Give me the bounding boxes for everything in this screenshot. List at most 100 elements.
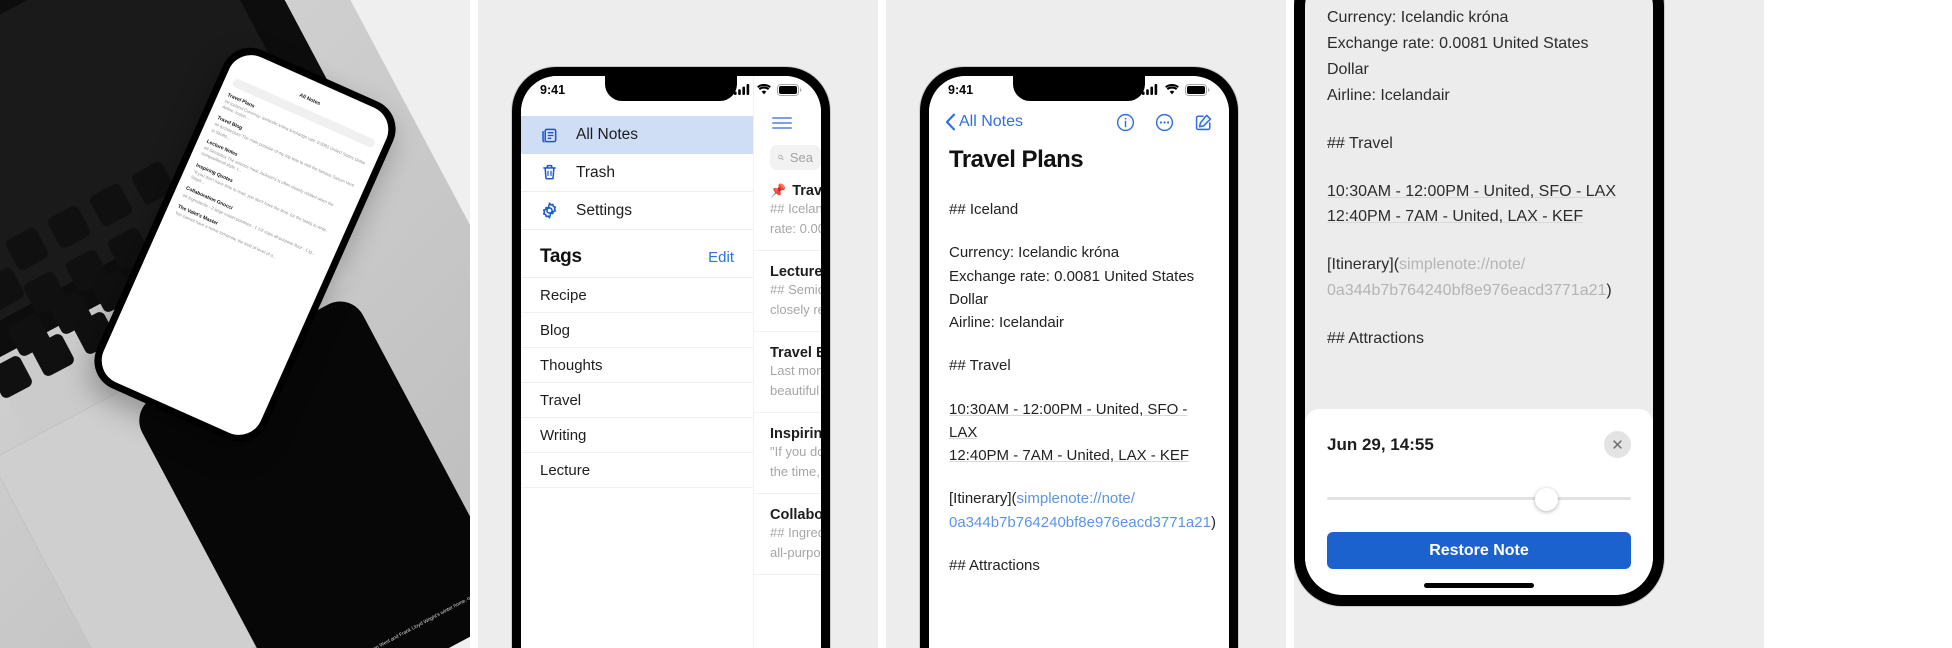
note-airline-line: Airline: Icelandair bbox=[949, 314, 1065, 331]
version-slider[interactable] bbox=[1327, 488, 1631, 511]
note-itinerary-link[interactable]: [Itinerary](simplenote://note/0a344b7b76… bbox=[949, 487, 1216, 534]
phone-screen: Currency: Icelandic króna Exchange rate:… bbox=[1305, 0, 1653, 595]
phone-device: 9:41 bbox=[512, 67, 830, 648]
sheet-header: Jun 29, 14:55 ✕ bbox=[1327, 431, 1631, 458]
tag-label: Recipe bbox=[540, 286, 587, 304]
tag-label: Lecture bbox=[540, 461, 591, 479]
panel-note-editor: 9:41 All Notes Travel Plans ## Iceland C… bbox=[886, 0, 1286, 648]
wifi-icon bbox=[757, 84, 771, 95]
note-flight-1: 10:30AM - 12:00PM - United, SFO - LAX bbox=[1327, 182, 1617, 200]
tag-item-writing[interactable]: Writing bbox=[521, 418, 753, 453]
link-url-line2: 0a344b7b764240bf8e976eacd3771a21 bbox=[949, 513, 1211, 531]
hamburger-icon[interactable] bbox=[754, 110, 821, 130]
note-preview-line: "If you don't have tim bbox=[770, 444, 821, 459]
note-flight-2: 12:40PM - 7AM - United, LAX - KEF bbox=[949, 447, 1190, 464]
search-input[interactable]: Sea bbox=[770, 145, 821, 170]
home-indicator bbox=[1424, 583, 1534, 588]
notes-icon bbox=[540, 126, 559, 145]
note-preview-line: ## Iceland Currency: Ice bbox=[770, 201, 821, 216]
sidebar-item-label: Trash bbox=[576, 163, 616, 181]
tags-header: Tags Edit bbox=[521, 230, 753, 278]
sidebar-item-label: All Notes bbox=[576, 126, 639, 143]
status-indicators bbox=[1142, 83, 1210, 96]
back-label: All Notes bbox=[959, 113, 1024, 130]
note-heading-attractions: ## Attractions bbox=[1327, 330, 1424, 348]
sidebar: All Notes Trash Settings Tags Edit Recip… bbox=[521, 76, 753, 648]
note-heading-attractions: ## Attractions bbox=[949, 556, 1040, 574]
note-itinerary-link: [Itinerary](simplenote://note/0a344b7b76… bbox=[1327, 252, 1631, 304]
tag-item-lecture[interactable]: Lecture bbox=[521, 453, 753, 488]
tag-item-thoughts[interactable]: Thoughts bbox=[521, 348, 753, 383]
note-airline-line: Airline: Icelandair bbox=[1327, 86, 1450, 104]
phone-device: Currency: Icelandic króna Exchange rate:… bbox=[1294, 0, 1664, 606]
panel-divider bbox=[878, 0, 886, 648]
note-list-item-title-row: 📌 Travel Plans bbox=[770, 183, 821, 199]
note-list-item-title-row: Lecture Notes bbox=[770, 264, 821, 280]
note-flight-1: 10:30AM - 12:00PM - United, SFO - LAX bbox=[949, 400, 1188, 441]
sidebar-item-trash[interactable]: Trash bbox=[521, 154, 753, 192]
panel-divider bbox=[1286, 0, 1294, 648]
search-placeholder: Sea bbox=[789, 150, 813, 165]
note-list-item[interactable]: Collaboration Gnocci ## Ingredients - 2 … bbox=[754, 494, 821, 575]
phone-screen: 9:41 bbox=[929, 76, 1229, 648]
battery-icon bbox=[1185, 83, 1210, 96]
note-title: Collaboration Gnocci bbox=[770, 507, 821, 523]
note-preview-line: ## Semiotics The sci bbox=[770, 282, 821, 297]
info-icon[interactable] bbox=[1116, 113, 1135, 132]
trash-icon bbox=[540, 163, 559, 182]
tags-edit-button[interactable]: Edit bbox=[708, 249, 734, 266]
version-history-sheet: Jun 29, 14:55 ✕ Restore Note bbox=[1305, 409, 1653, 595]
note-preview-line: closely related with th bbox=[770, 301, 821, 317]
link-paren-close: ) bbox=[1210, 513, 1216, 531]
note-title: Lecture Notes bbox=[770, 264, 821, 280]
note-actions bbox=[1116, 113, 1213, 132]
tags-title: Tags bbox=[540, 246, 582, 267]
more-circle-icon[interactable] bbox=[1155, 113, 1174, 132]
tag-label: Blog bbox=[540, 321, 571, 339]
note-title: Inspiring Quotes bbox=[770, 426, 821, 442]
version-date: Jun 29, 14:55 bbox=[1327, 434, 1434, 454]
note-navigation-bar: All Notes bbox=[929, 103, 1229, 141]
note-list-item[interactable]: Lecture Notes ## Semiotics The sci close… bbox=[754, 251, 821, 332]
phone-device: 9:41 bbox=[920, 67, 1238, 648]
note-heading-iceland: ## Iceland bbox=[949, 201, 1019, 218]
note-exchange-line: Exchange rate: 0.0081 United States Doll… bbox=[1327, 34, 1589, 78]
back-to-all-notes-button[interactable]: All Notes bbox=[945, 113, 1023, 131]
tag-label: Travel bbox=[540, 391, 582, 409]
link-paren-close: ) bbox=[1606, 282, 1612, 300]
panel-sidebar: 9:41 All Notes Trash Settings Tags Edit … bbox=[478, 0, 878, 648]
gear-icon bbox=[540, 201, 559, 220]
phone-screen: 9:41 bbox=[521, 76, 821, 648]
status-time: 9:41 bbox=[948, 82, 974, 97]
note-preview-line: Last month I went to bbox=[770, 363, 821, 378]
note-list-item-title-row: Inspiring Quotes bbox=[770, 426, 821, 442]
note-title: Travel Plans bbox=[949, 146, 1084, 173]
slider-track bbox=[1327, 497, 1631, 500]
note-exchange-line: Exchange rate: 0.0081 United States Doll… bbox=[949, 267, 1195, 308]
chevron-left-icon bbox=[945, 113, 956, 131]
link-url-line1: simplenote://note/ bbox=[1016, 490, 1135, 508]
note-currency-line: Currency: Icelandic króna bbox=[949, 244, 1120, 262]
note-list-item-title-row: Collaboration Gnocci bbox=[770, 507, 821, 523]
slider-handle[interactable] bbox=[1534, 488, 1558, 511]
restore-note-button[interactable]: Restore Note bbox=[1327, 532, 1631, 569]
note-list-item[interactable]: 📌 Travel Plans ## Iceland Currency: Ice … bbox=[754, 170, 821, 251]
tag-item-blog[interactable]: Blog bbox=[521, 313, 753, 348]
note-list-item[interactable]: Travel Blog Last month I went to beautif… bbox=[754, 332, 821, 413]
note-preview-line: rate: 0.0081 United St bbox=[770, 220, 821, 236]
panel-hero-photo: The wills we make for Scottsdale, Talies… bbox=[0, 0, 470, 648]
tag-item-travel[interactable]: Travel bbox=[521, 383, 753, 418]
note-list-item[interactable]: Inspiring Quotes "If you don't have tim … bbox=[754, 413, 821, 494]
link-url-line2: 0a344b7b764240bf8e976eacd3771a21 bbox=[1327, 282, 1607, 300]
sidebar-item-settings[interactable]: Settings bbox=[521, 192, 753, 230]
note-content[interactable]: Travel Plans ## Iceland Currency: Icelan… bbox=[929, 146, 1229, 648]
tag-item-recipe[interactable]: Recipe bbox=[521, 278, 753, 313]
compose-icon[interactable] bbox=[1194, 113, 1213, 132]
wifi-icon bbox=[1165, 84, 1179, 95]
close-icon[interactable]: ✕ bbox=[1604, 431, 1631, 458]
link-label: [Itinerary] bbox=[1327, 256, 1394, 274]
sidebar-item-all-notes[interactable]: All Notes bbox=[521, 116, 753, 154]
phone-notch bbox=[605, 76, 737, 101]
history-note-preview: Currency: Icelandic króna Exchange rate:… bbox=[1305, 0, 1653, 352]
note-title: Travel Plans bbox=[792, 183, 821, 199]
